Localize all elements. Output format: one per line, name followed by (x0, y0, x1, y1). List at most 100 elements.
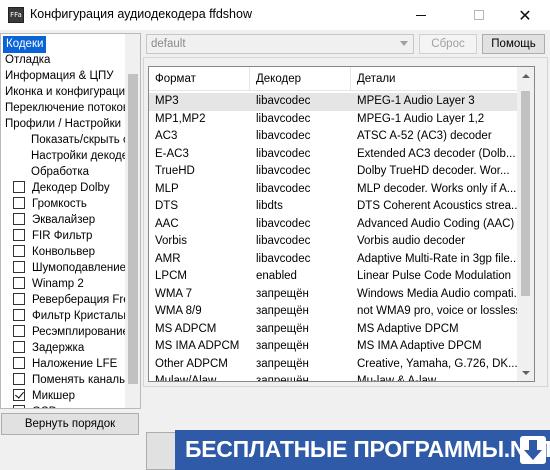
tree-item[interactable]: Наложение LFE (13, 356, 119, 373)
reset-button[interactable]: Сброс (419, 34, 477, 54)
tree-item-checkbox[interactable] (13, 357, 25, 369)
codec-row[interactable]: DTS libdts DTS Coherent Acoustics strea... (149, 198, 517, 216)
tree-item-checkbox[interactable] (13, 405, 25, 408)
codec-row[interactable]: AAC libavcodec Advanced Audio Coding (AAC) (149, 216, 517, 234)
tree-item[interactable]: Профили / Настройки п (3, 116, 132, 133)
tree-item[interactable]: Ресэмплирование (13, 324, 131, 341)
tree-item-label: Реверберация Free (32, 294, 137, 306)
tree-scrollbar[interactable] (125, 34, 140, 408)
preset-select[interactable]: default (146, 34, 414, 54)
codec-row[interactable]: MLP libavcodec MLP decoder. Works only if … (149, 181, 517, 199)
tree-item[interactable]: Реверберация Free (13, 292, 138, 309)
codec-row[interactable]: MP3 libavcodec MPEG-1 Audio Layer 3 (149, 93, 517, 111)
tree-item[interactable]: Информация & ЦПУ (3, 68, 116, 85)
minimize-icon (416, 14, 426, 16)
tree-item[interactable]: Обработка (29, 164, 91, 181)
tree-item-checkbox[interactable] (13, 325, 25, 337)
codec-decoder: запрещён (256, 340, 309, 352)
tree-item[interactable]: Настройки декоде (29, 148, 130, 165)
codecs-list[interactable]: Формат Декодер Детали MP3 libavcodec MPEG-… (148, 66, 535, 382)
codec-row[interactable]: E-AC3 libavcodec Extended AC3 decoder (Dol… (149, 146, 517, 164)
column-header-format[interactable]: Формат (149, 67, 250, 91)
tree-item[interactable]: Микшер (13, 388, 77, 405)
codecs-list-scrollbar-thumb[interactable] (521, 91, 530, 296)
tree-item-checkbox[interactable] (13, 309, 25, 321)
codec-row[interactable]: MS ADPCM запрещён MS Adaptive DPCM (149, 321, 517, 339)
tree-item[interactable]: OSD (13, 404, 59, 408)
codec-decoder: libavcodec (256, 217, 311, 230)
tree-item[interactable]: Декодер Dolby (13, 180, 112, 197)
tree-item[interactable]: Отладка (3, 52, 52, 69)
tree-item[interactable]: Winamp 2 (13, 276, 86, 293)
codec-format: AC3 (155, 130, 178, 142)
title-bar: FFa Конфигурация аудиодекодера ffdshow ✕ (0, 0, 550, 30)
codec-row[interactable]: Other ADPCM запрещён Creative, Yamaha, G.7… (149, 356, 517, 374)
codec-details: Creative, Yamaha, G.726, DK... (357, 357, 517, 370)
tree-item-checkbox[interactable] (13, 277, 25, 289)
tree-item[interactable]: FIR Фильтр (13, 228, 94, 245)
codec-details: ATSC A-52 (AC3) decoder (357, 130, 492, 142)
codec-format: WMA 7 (155, 287, 193, 300)
download-arrow-icon (520, 436, 546, 464)
tree-item-checkbox[interactable] (13, 261, 25, 273)
tree-item[interactable]: Кодеки (3, 36, 47, 53)
tree-item[interactable]: Поменять каналы н (13, 372, 139, 389)
codec-row[interactable]: LPCM enabled Linear Pulse Code Modulation (149, 268, 517, 286)
codec-decoder: libdts (256, 200, 283, 212)
tree-item-checkbox[interactable] (13, 293, 25, 305)
restore-order-button[interactable]: Вернуть порядок (1, 413, 139, 435)
tree-item[interactable]: Задержка (13, 340, 86, 357)
tree-item-checkbox[interactable] (13, 341, 25, 353)
codec-decoder: enabled (256, 270, 297, 282)
tree-item-checkbox[interactable] (13, 389, 25, 401)
codec-row[interactable]: MP1,MP2 libavcodec MPEG-1 Audio Layer 1,2 (149, 111, 517, 129)
scroll-up-button[interactable] (517, 67, 534, 84)
codec-format: Vorbis (155, 235, 187, 247)
codec-decoder: запрещён (256, 375, 309, 382)
codec-details: Mu-law & A-law (357, 375, 437, 382)
window-title: Конфигурация аудиодекодера ffdshow (30, 7, 252, 21)
tree-item-checkbox[interactable] (13, 229, 25, 241)
codec-row[interactable]: AMR libavcodec Adaptive Multi-Rate in 3gp … (149, 251, 517, 269)
tree-item[interactable]: Конвольвер (13, 244, 97, 261)
tree-item-label: Отладка (5, 54, 51, 66)
tree-item-checkbox[interactable] (13, 245, 25, 257)
tree-item[interactable]: Шумоподавление (13, 260, 128, 277)
codec-row[interactable]: WMA 8/9 запрещён not WMA9 pro, voice or lo… (149, 303, 517, 321)
tree-item-checkbox[interactable] (13, 197, 25, 209)
tree-item-label: Показать/скрыть с (31, 134, 129, 146)
scroll-down-button[interactable] (517, 364, 534, 381)
codec-decoder: запрещён (256, 305, 309, 317)
tree-item-label: Ресэмплирование (32, 326, 129, 338)
help-button[interactable]: Помощь (482, 34, 545, 54)
minimize-button[interactable] (398, 0, 444, 30)
codec-decoder: libavcodec (256, 165, 311, 177)
codec-row[interactable]: WMA 7 запрещён Windows Media Audio compati… (149, 286, 517, 304)
codec-row[interactable]: TrueHD libavcodec Dolby TrueHD decoder. Wo… (149, 163, 517, 181)
tree-item-label: Настройки декоде (31, 150, 129, 162)
tree-item[interactable]: Эквалайзер (13, 212, 97, 229)
tree-item[interactable]: Переключение потоков (3, 100, 131, 117)
tree-scrollbar-thumb[interactable] (128, 74, 138, 384)
column-header-decoder[interactable]: Декодер (250, 67, 351, 91)
codec-row[interactable]: Vorbis libavcodec Vorbis audio decoder (149, 233, 517, 251)
tree-item-checkbox[interactable] (13, 181, 25, 193)
tree-item-label: Конвольвер (32, 246, 96, 258)
maximize-button[interactable] (456, 0, 502, 30)
settings-tree[interactable]: Кодеки Отладка Информация & ЦПУ Иконка и ко… (0, 33, 141, 409)
column-header-details[interactable]: Детали (351, 67, 517, 91)
codec-details: MS IMA Adaptive DPCM (357, 340, 482, 352)
tree-item-checkbox[interactable] (13, 373, 25, 385)
codec-format: Other ADPCM (155, 357, 228, 370)
tree-item-checkbox[interactable] (13, 213, 25, 225)
codec-row[interactable]: Mulaw/Alaw запрещён Mu-law & A-law (149, 373, 517, 382)
codec-row[interactable]: MS IMA ADPCM запрещён MS IMA Adaptive DPCM (149, 338, 517, 356)
codec-row[interactable]: AC3 libavcodec ATSC A-52 (AC3) decoder (149, 128, 517, 146)
codecs-list-scrollbar[interactable] (517, 67, 534, 381)
tree-item[interactable]: Громкость (13, 196, 89, 213)
tree-item[interactable]: Иконка и конфигурация (3, 84, 133, 101)
tree-item[interactable]: Показать/скрыть с (29, 132, 131, 149)
tree-item[interactable]: Фильтр Кристальн (13, 308, 132, 325)
codec-details: not WMA9 pro, voice or lossless (357, 305, 517, 317)
close-button[interactable]: ✕ (502, 0, 548, 30)
